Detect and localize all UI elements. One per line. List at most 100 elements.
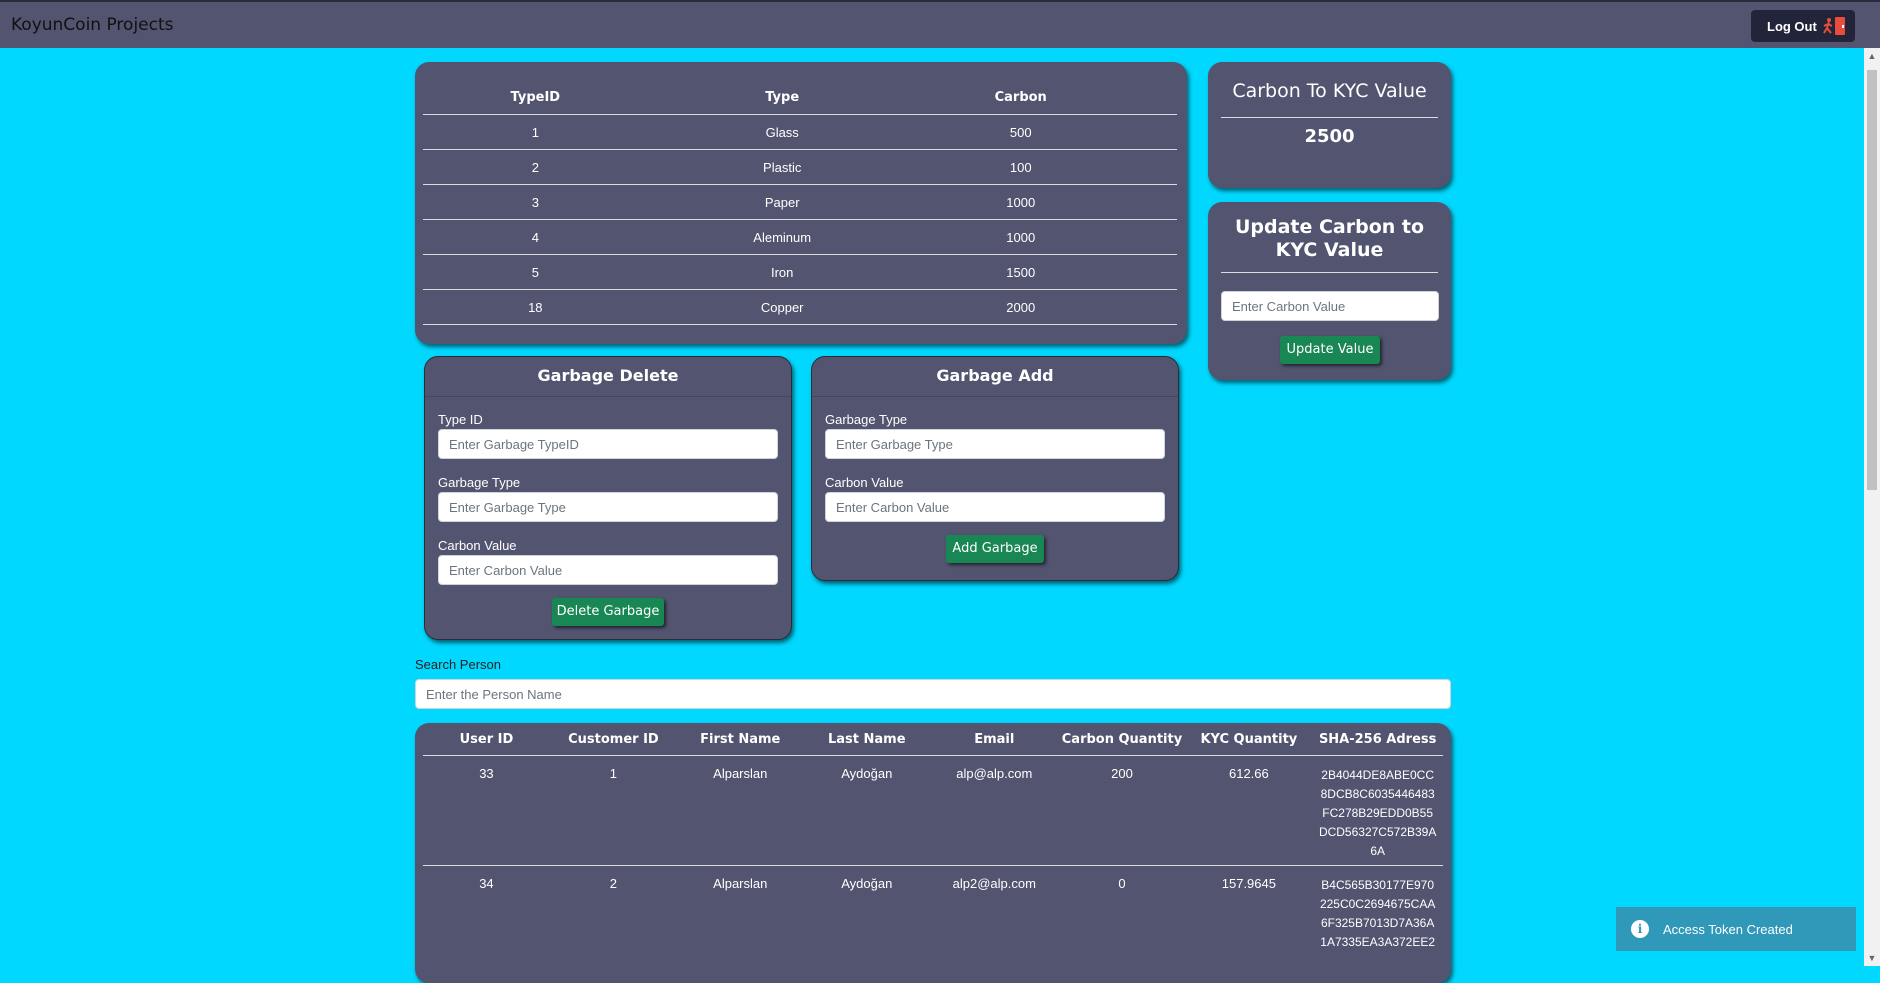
cell-typeid: 4 xyxy=(423,219,648,255)
cell-first-name: Alparslan xyxy=(676,755,804,866)
kyc-value-card: Carbon To KYC Value 2500 xyxy=(1208,62,1451,188)
delete-carbon-input[interactable] xyxy=(438,555,778,585)
scroll-up-arrow-icon[interactable]: ▲ xyxy=(1864,48,1880,64)
cell-sha-address: 2B4044DE8ABE0CC8DCB8C6035446483FC278B29E… xyxy=(1318,768,1437,858)
scroll-thumb[interactable] xyxy=(1867,70,1877,490)
delete-card-title: Garbage Delete xyxy=(537,366,679,385)
divider xyxy=(1221,117,1438,118)
divider xyxy=(1221,272,1438,273)
carbon-value-label: Carbon Value xyxy=(825,475,904,490)
table-row: 3 Paper 1000 xyxy=(423,184,1177,220)
exit-door-icon xyxy=(1823,17,1845,35)
page-scrollbar[interactable]: ▲ ▼ xyxy=(1864,48,1880,966)
table-row: 34 2 Alparslan Aydoğan alp2@alp.com 0 15… xyxy=(423,866,1443,976)
cell-type: Aleminum xyxy=(647,219,917,255)
cell-carbon: 100 xyxy=(916,149,1125,185)
divider xyxy=(425,396,791,397)
cell-typeid: 3 xyxy=(423,184,648,220)
table-header-row: User ID Customer ID First Name Last Name… xyxy=(423,723,1443,756)
delete-typeid-input[interactable] xyxy=(438,429,778,459)
header-first-name: First Name xyxy=(676,723,804,756)
garbage-add-card: Garbage Add Garbage Type Carbon Value Ad… xyxy=(811,356,1179,581)
cell-typeid: 18 xyxy=(423,289,648,325)
cell-customer-id: 1 xyxy=(549,755,677,866)
cell-user-id: 34 xyxy=(479,876,494,891)
header-sha-address: SHA-256 Adress xyxy=(1312,723,1443,756)
table-row: 1 Glass 500 xyxy=(423,114,1177,150)
cell-sha-address: B4C565B30177E970225C0C2694675CAA6F325B70… xyxy=(1319,878,1436,949)
cell-type: Copper xyxy=(647,289,917,325)
cell-type: Iron xyxy=(647,254,917,290)
update-value-button[interactable]: Update Value xyxy=(1280,336,1380,364)
header-carbon: Carbon xyxy=(916,80,1125,115)
cell-last-name: Aydoğan xyxy=(803,755,931,866)
delete-garbage-button[interactable]: Delete Garbage xyxy=(552,598,664,626)
toast-message: Access Token Created xyxy=(1663,921,1793,937)
cell-typeid: 1 xyxy=(423,114,648,150)
cell-type: Paper xyxy=(647,184,917,220)
table-row: 2 Plastic 100 xyxy=(423,149,1177,185)
cell-last-name: Aydoğan xyxy=(841,876,893,891)
table-row: 18 Copper 2000 xyxy=(423,289,1177,325)
add-garbage-button[interactable]: Add Garbage xyxy=(946,535,1044,563)
garbage-delete-card: Garbage Delete Type ID Garbage Type Carb… xyxy=(424,356,792,640)
users-panel: User ID Customer ID First Name Last Name… xyxy=(415,723,1451,983)
cell-carbon: 2000 xyxy=(916,289,1125,325)
search-person-label: Search Person xyxy=(415,657,501,672)
header-customer-id: Customer ID xyxy=(549,723,677,756)
cell-customer-id: 2 xyxy=(609,876,618,891)
header-type: Type xyxy=(647,80,917,115)
table-row: 4 Aleminum 1000 xyxy=(423,219,1177,255)
update-card-title: Update Carbon to KYC Value xyxy=(1234,216,1425,261)
table-header-row: TypeID Type Carbon xyxy=(423,80,1177,115)
header-user-id: User ID xyxy=(423,723,550,756)
logout-button[interactable]: Log Out xyxy=(1751,10,1855,42)
cell-first-name: Alparslan xyxy=(713,876,768,891)
logout-label: Log Out xyxy=(1767,18,1817,34)
cell-kyc-quantity: 612.66 xyxy=(1185,755,1313,866)
header-kyc-quantity: KYC Quantity xyxy=(1185,723,1313,756)
users-table: User ID Customer ID First Name Last Name… xyxy=(423,723,1443,976)
navbar: KoyunCoin Projects Log Out xyxy=(0,0,1880,48)
garbage-types-table: TypeID Type Carbon 1 Glass 500 2 Plastic… xyxy=(423,80,1177,325)
cell-email: alp@alp.com xyxy=(930,755,1059,866)
cell-carbon: 1500 xyxy=(916,254,1125,290)
kyc-card-title: Carbon To KYC Value xyxy=(1232,80,1427,102)
cell-carbon: 1000 xyxy=(916,184,1125,220)
search-person-input[interactable] xyxy=(415,679,1451,709)
cell-carbon: 500 xyxy=(916,114,1125,150)
add-type-input[interactable] xyxy=(825,429,1165,459)
header-email: Email xyxy=(930,723,1059,756)
header-typeid: TypeID xyxy=(423,80,648,115)
toast-notification[interactable]: i Access Token Created xyxy=(1616,907,1856,951)
cell-carbon-quantity: 0 xyxy=(1118,876,1126,891)
add-carbon-input[interactable] xyxy=(825,492,1165,522)
brand-title[interactable]: KoyunCoin Projects xyxy=(11,15,174,35)
garbage-type-label: Garbage Type xyxy=(438,475,521,490)
cell-carbon-quantity: 200 xyxy=(1058,755,1186,866)
garbage-type-label: Garbage Type xyxy=(825,412,908,427)
table-row: 33 1 Alparslan Aydoğan alp@alp.com 200 6… xyxy=(423,755,1443,866)
kyc-value: 2500 xyxy=(1304,126,1355,147)
table-row: 5 Iron 1500 xyxy=(423,254,1177,290)
divider xyxy=(812,396,1178,397)
header-carbon-quantity: Carbon Quantity xyxy=(1058,723,1186,756)
cell-kyc-quantity: 157.9645 xyxy=(1221,876,1276,891)
cell-typeid: 5 xyxy=(423,254,648,290)
cell-type: Plastic xyxy=(647,149,917,185)
carbon-value-label: Carbon Value xyxy=(438,538,517,553)
cell-user-id: 33 xyxy=(423,755,550,866)
garbage-types-panel: TypeID Type Carbon 1 Glass 500 2 Plastic… xyxy=(415,62,1187,344)
cell-carbon: 1000 xyxy=(916,219,1125,255)
type-id-label: Type ID xyxy=(438,412,483,427)
header-last-name: Last Name xyxy=(803,723,931,756)
info-icon: i xyxy=(1631,920,1649,938)
delete-type-input[interactable] xyxy=(438,492,778,522)
add-card-title: Garbage Add xyxy=(936,366,1054,385)
cell-email: alp2@alp.com xyxy=(952,876,1036,891)
cell-typeid: 2 xyxy=(423,149,648,185)
cell-type: Glass xyxy=(647,114,917,150)
scroll-down-arrow-icon[interactable]: ▼ xyxy=(1864,950,1880,966)
update-carbon-input[interactable] xyxy=(1221,291,1439,321)
update-kyc-card: Update Carbon to KYC Value Update Value xyxy=(1208,202,1451,380)
